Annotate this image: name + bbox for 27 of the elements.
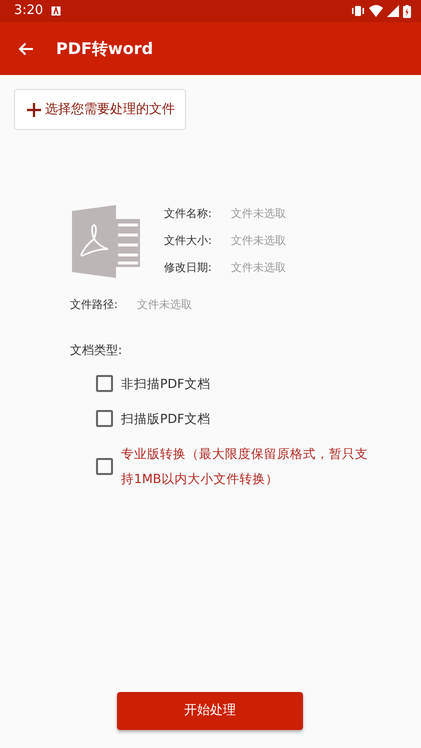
- vibrate-icon: [351, 5, 365, 17]
- info-label: 文件名称:: [164, 206, 213, 222]
- plus-icon: [27, 102, 41, 116]
- checkbox[interactable]: [96, 458, 113, 474]
- option-label: 非扫描PDF文档: [121, 375, 210, 393]
- checkbox[interactable]: [96, 375, 113, 392]
- path-label: 文件路径:: [70, 297, 119, 314]
- select-file-button[interactable]: 选择您需要处理的文件: [14, 89, 186, 130]
- doc-type-label: 文档类型:: [70, 343, 122, 357]
- battery-icon: [403, 4, 411, 18]
- info-label: 修改日期:: [164, 260, 213, 276]
- option-label: 扫描版PDF文档: [121, 410, 210, 428]
- info-label: 文件大小:: [164, 233, 213, 250]
- start-button[interactable]: 开始处理: [117, 692, 303, 730]
- path-value: 文件未选取: [137, 297, 192, 314]
- notification-icon: [51, 6, 62, 16]
- back-icon[interactable]: [18, 42, 34, 56]
- status-time: 3:20: [14, 2, 44, 20]
- info-value: 文件未选取: [231, 206, 286, 222]
- option-label: 专业版转换（最大限度保留原格式，暂只支持1MB以内大小文件转换）: [121, 445, 369, 488]
- pdf-document-icon: [72, 205, 140, 278]
- checkbox[interactable]: [96, 410, 113, 427]
- info-value: 文件未选取: [231, 233, 286, 250]
- signal-icon: [387, 5, 399, 17]
- wifi-icon: [369, 5, 383, 17]
- app-title: PDF转word: [56, 38, 154, 60]
- info-value: 文件未选取: [231, 260, 286, 276]
